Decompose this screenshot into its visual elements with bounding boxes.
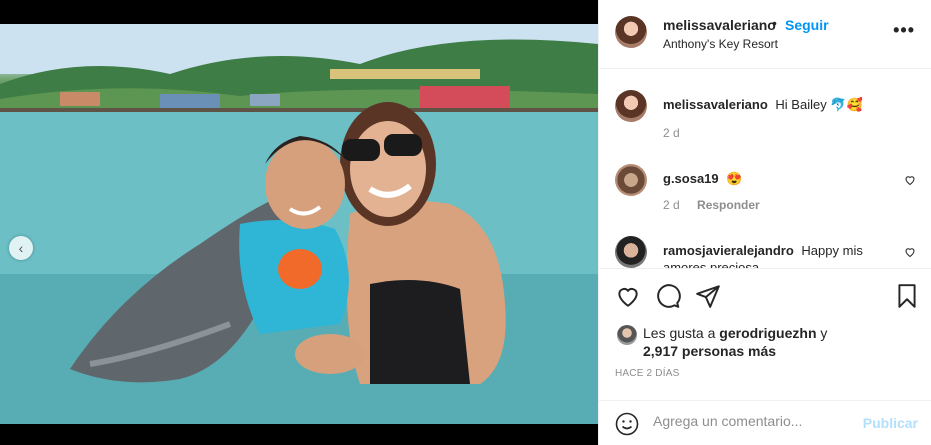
comment-body: 😍	[726, 171, 743, 186]
header-separator: •	[772, 15, 777, 31]
likes-suffix: y	[816, 325, 828, 341]
likes-line: Les gusta a gerodriguezhn y	[643, 324, 827, 342]
photo-illustration	[0, 24, 598, 424]
post-photo[interactable]: ‹	[0, 24, 598, 424]
comment-bubble-icon[interactable]	[655, 283, 681, 309]
comment-age[interactable]: 2 d	[663, 198, 680, 212]
emoji-icon[interactable]	[615, 412, 639, 436]
like-comment-heart-icon[interactable]	[904, 246, 916, 258]
follow-button[interactable]: Seguir	[785, 17, 829, 33]
liker-username[interactable]: gerodriguezhn	[719, 325, 816, 341]
commenter-avatar[interactable]	[615, 236, 647, 268]
post-header: melissavaleriano • Seguir Anthony's Key …	[599, 0, 931, 69]
commenter-username[interactable]: g.sosa19	[663, 171, 719, 186]
comment-meta: 2 d	[663, 126, 680, 140]
like-heart-icon[interactable]	[615, 283, 641, 309]
comment-composer: Publicar	[599, 400, 931, 445]
author-avatar[interactable]	[615, 16, 647, 48]
like-comment-heart-icon[interactable]	[904, 174, 916, 186]
post-actions-bar	[599, 268, 931, 312]
commenter-avatar[interactable]	[615, 90, 647, 122]
author-username[interactable]: melissavaleriano	[663, 17, 776, 33]
commenter-username[interactable]: ramosjavieralejandro	[663, 243, 794, 258]
share-paper-plane-icon[interactable]	[695, 283, 721, 309]
post-media: ‹	[0, 0, 598, 445]
likes-prefix: Les gusta a	[643, 325, 720, 341]
more-options-button[interactable]: •••	[893, 20, 915, 41]
liker-avatar[interactable]	[617, 325, 637, 345]
previous-slide-button[interactable]: ‹	[9, 236, 33, 260]
post-location[interactable]: Anthony's Key Resort	[663, 37, 778, 51]
comment-text: melissavaleriano Hi Bailey 🐬🥰	[663, 96, 903, 113]
save-bookmark-icon[interactable]	[894, 283, 920, 309]
post-details-panel: melissavaleriano • Seguir Anthony's Key …	[598, 0, 931, 445]
publish-button[interactable]: Publicar	[863, 415, 918, 431]
comment-age[interactable]: 2 d	[663, 126, 680, 140]
commenter-avatar[interactable]	[615, 164, 647, 196]
comment-body: Hi Bailey 🐬🥰	[775, 97, 863, 112]
likes-count[interactable]: 2,917 personas más	[643, 342, 776, 360]
commenter-username[interactable]: melissavaleriano	[663, 97, 768, 112]
comments-list[interactable]: melissavaleriano Hi Bailey 🐬🥰 2 d g.sosa…	[599, 70, 931, 268]
comment-input[interactable]	[653, 413, 853, 429]
reply-button[interactable]: Responder	[697, 198, 760, 212]
post-timestamp[interactable]: HACE 2 DÍAS	[615, 368, 679, 379]
comment-text: g.sosa19 😍	[663, 170, 903, 187]
comment-meta: 2 d Responder	[663, 198, 760, 212]
comment-text: ramosjavieralejandro Happy mis amores pr…	[663, 242, 903, 268]
